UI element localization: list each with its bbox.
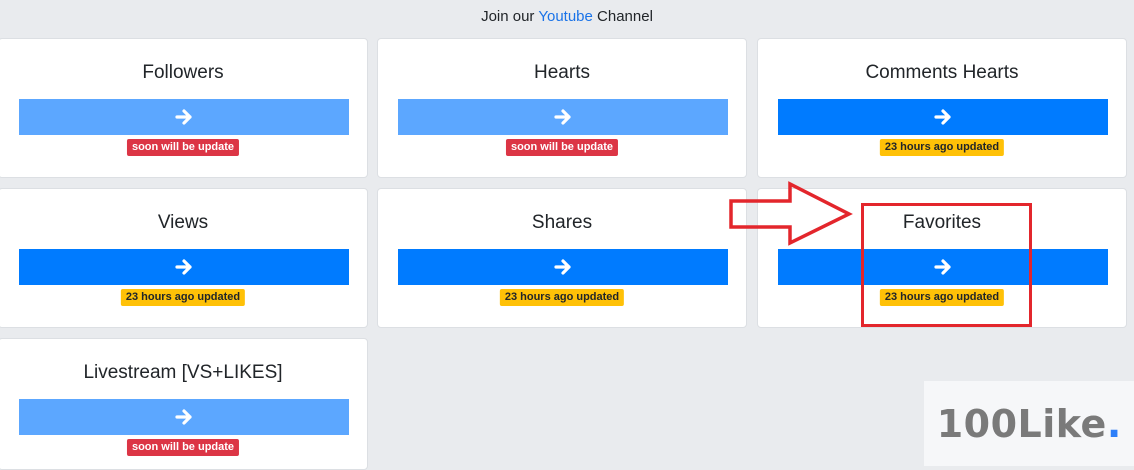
arrow-right-icon [174,107,194,127]
brand-watermark: 100Like. [924,381,1134,466]
watermark-dot: . [1106,401,1122,446]
go-button[interactable] [19,99,349,135]
youtube-link[interactable]: Youtube [538,8,593,25]
status-badge: soon will be update [126,439,240,456]
card-title: Hearts [534,62,590,83]
service-card-comments-hearts: Comments Hearts 23 hours ago updated [757,38,1127,178]
watermark-brand: 100Like [936,401,1107,446]
service-card-followers: Followers soon will be update [0,38,368,178]
arrow-right-icon [174,407,194,427]
service-card-hearts: Hearts soon will be update [377,38,747,178]
card-title: Shares [531,212,593,233]
arrow-right-icon [174,257,194,277]
go-button[interactable] [398,99,728,135]
outline-arrow-right-icon [728,181,854,252]
card-title: Livestream [VS+LIKES] [83,362,283,383]
status-badge: soon will be update [505,139,619,156]
banner-prefix: Join our [481,8,535,25]
arrow-right-icon [553,257,573,277]
go-button[interactable] [398,249,728,285]
status-badge: 23 hours ago updated [499,289,625,306]
go-button[interactable] [19,249,349,285]
status-badge: 23 hours ago updated [120,289,246,306]
channel-banner: Join our Youtube Channel [0,0,1134,34]
service-card-views: Views 23 hours ago updated [0,188,368,328]
arrow-right-icon [553,107,573,127]
highlight-box [861,203,1032,327]
status-badge: 23 hours ago updated [879,139,1005,156]
card-title: Comments Hearts [865,62,1019,83]
card-title: Followers [142,62,224,83]
arrow-right-icon [933,107,953,127]
service-card-livestream: Livestream [VS+LIKES] soon will be updat… [0,338,368,470]
go-button[interactable] [19,399,349,435]
banner-suffix: Channel [597,8,653,25]
service-card-shares: Shares 23 hours ago updated [377,188,747,328]
status-badge: soon will be update [126,139,240,156]
go-button[interactable] [778,99,1108,135]
card-title: Views [157,212,209,233]
